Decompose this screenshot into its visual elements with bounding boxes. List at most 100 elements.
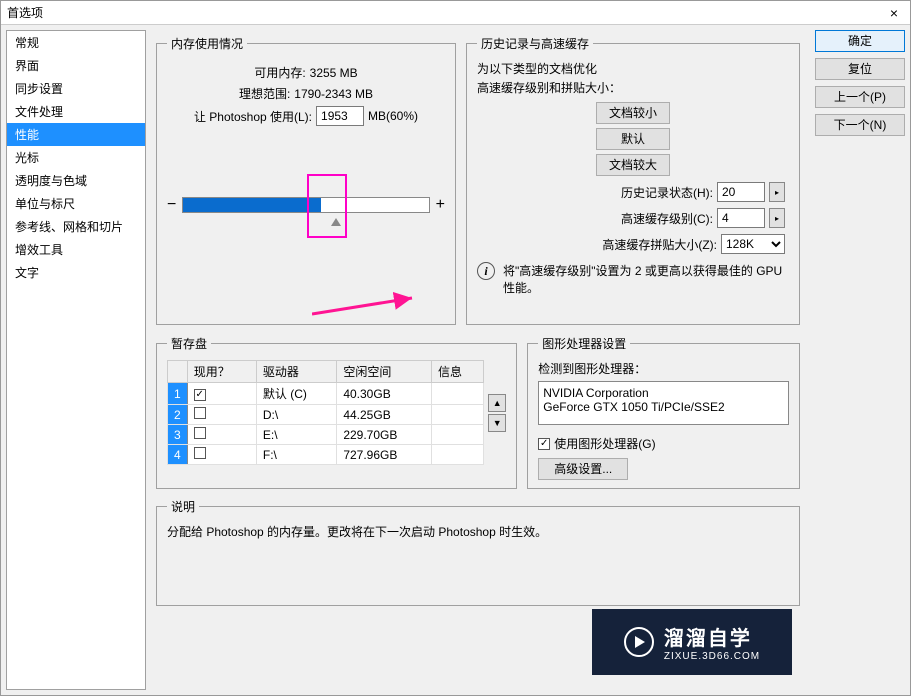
ideal-value: 1790-2343 MB — [294, 87, 373, 101]
history-legend: 历史记录与高速缓存 — [477, 35, 593, 52]
memory-slider[interactable] — [182, 197, 429, 213]
scratch-group: 暂存盘 现用？ 驱动器 空闲空间 信息 — [156, 335, 517, 489]
gpu-advanced-button[interactable]: 高级设置... — [538, 458, 628, 480]
memory-slider-thumb-icon[interactable] — [331, 218, 341, 226]
history-states-label: 历史记录状态(H): — [621, 184, 713, 201]
mid-row: 暂存盘 现用？ 驱动器 空闲空间 信息 — [151, 330, 805, 494]
cache-level-input[interactable] — [717, 208, 765, 228]
ideal-row: 理想范围: 1790-2343 MB — [167, 85, 445, 102]
action-buttons: 确定 复位 上一个(P) 下一个(N) — [810, 25, 910, 695]
sidebar: 常规 界面 同步设置 文件处理 性能 光标 透明度与色域 单位与标尺 参考线、网… — [6, 30, 146, 690]
sidebar-item-guides[interactable]: 参考线、网格和切片 — [7, 215, 145, 238]
tile-size-combo[interactable]: 128K — [721, 234, 785, 254]
watermark: 溜溜自学 ZIXUE.3D66.COM — [592, 609, 792, 675]
desc-legend: 说明 — [167, 498, 199, 515]
history-states-input[interactable] — [717, 182, 765, 202]
close-icon[interactable]: × — [884, 4, 904, 22]
sidebar-item-sync[interactable]: 同步设置 — [7, 77, 145, 100]
cache-level-stepper[interactable]: ▸ — [769, 208, 785, 228]
desc-text: 分配给 Photoshop 的内存量。更改将在下一次启动 Photoshop 时… — [167, 523, 789, 540]
content: 常规 界面 同步设置 文件处理 性能 光标 透明度与色域 单位与标尺 参考线、网… — [1, 25, 910, 695]
sidebar-item-performance[interactable]: 性能 — [7, 123, 145, 146]
move-up-button[interactable]: ▲ — [488, 394, 506, 412]
checkbox-icon[interactable] — [194, 447, 206, 459]
play-icon — [624, 627, 654, 657]
use-gpu-checkbox[interactable]: ✓ — [538, 438, 550, 450]
doc-large-button[interactable]: 文档较大 — [596, 154, 670, 176]
memory-slider-row: − + — [167, 196, 445, 214]
preferences-window: 首选项 × 常规 界面 同步设置 文件处理 性能 光标 透明度与色域 单位与标尺… — [0, 0, 911, 696]
top-row: 内存使用情况 可用内存: 3255 MB 理想范围: 1790-2343 MB … — [151, 30, 805, 330]
gpu-detected-label: 检测到图形处理器： — [538, 360, 789, 377]
ok-button[interactable]: 确定 — [815, 30, 905, 52]
avail-label: 可用内存: — [254, 64, 305, 81]
cache-info-text: 将"高速缓存级别"设置为 2 或更高以获得最佳的 GPU 性能。 — [503, 262, 789, 296]
scratch-legend: 暂存盘 — [167, 335, 211, 352]
main-panel: 内存使用情况 可用内存: 3255 MB 理想范围: 1790-2343 MB … — [146, 25, 810, 695]
sidebar-item-interface[interactable]: 界面 — [7, 54, 145, 77]
scratch-header-row: 现用？ 驱动器 空闲空间 信息 — [168, 361, 484, 383]
col-free: 空闲空间 — [337, 361, 432, 383]
sidebar-item-transparency[interactable]: 透明度与色域 — [7, 169, 145, 192]
col-drive: 驱动器 — [256, 361, 336, 383]
use-row: 让 Photoshop 使用(L): MB(60%) — [167, 106, 445, 126]
info-icon: i — [477, 262, 495, 280]
sidebar-item-filehandling[interactable]: 文件处理 — [7, 100, 145, 123]
window-title: 首选项 — [7, 4, 43, 21]
opt-title: 为以下类型的文档优化 — [477, 60, 789, 77]
checkbox-icon[interactable]: ✓ — [194, 389, 206, 401]
checkbox-icon[interactable] — [194, 427, 206, 439]
titlebar: 首选项 × — [1, 1, 910, 25]
opt-sub: 高速缓存级别和拼贴大小： — [477, 79, 789, 96]
sidebar-item-plugins[interactable]: 增效工具 — [7, 238, 145, 261]
watermark-url: ZIXUE.3D66.COM — [664, 651, 760, 662]
gpu-vendor: NVIDIA Corporation — [543, 386, 784, 400]
doc-default-button[interactable]: 默认 — [596, 128, 670, 150]
gpu-group: 图形处理器设置 检测到图形处理器： NVIDIA Corporation GeF… — [527, 335, 800, 489]
memory-slider-fill — [183, 198, 320, 212]
checkbox-icon[interactable] — [194, 407, 206, 419]
use-gpu-row[interactable]: ✓ 使用图形处理器(G) — [538, 435, 789, 452]
history-states-row: 历史记录状态(H): ▸ — [477, 182, 789, 202]
next-button[interactable]: 下一个(N) — [815, 114, 905, 136]
watermark-title: 溜溜自学 — [664, 622, 760, 651]
use-gpu-label: 使用图形处理器(G) — [554, 435, 655, 452]
table-row[interactable]: 2 D:\ 44.25GB — [168, 405, 484, 425]
memory-input[interactable] — [316, 106, 364, 126]
history-states-stepper[interactable]: ▸ — [769, 182, 785, 202]
memory-minus[interactable]: − — [167, 196, 176, 214]
col-info: 信息 — [431, 361, 483, 383]
memory-plus[interactable]: + — [436, 196, 445, 214]
move-down-button[interactable]: ▼ — [488, 414, 506, 432]
annotation-arrow-icon — [312, 292, 422, 322]
use-label: 让 Photoshop 使用(L): — [194, 108, 312, 125]
reset-button[interactable]: 复位 — [815, 58, 905, 80]
doc-size-buttons: 文档较小 默认 文档较大 — [477, 102, 789, 176]
doc-small-button[interactable]: 文档较小 — [596, 102, 670, 124]
tile-size-row: 高速缓存拼贴大小(Z): 128K — [477, 234, 789, 254]
memory-legend: 内存使用情况 — [167, 35, 247, 52]
table-row[interactable]: 4 F:\ 727.96GB — [168, 445, 484, 465]
memory-group: 内存使用情况 可用内存: 3255 MB 理想范围: 1790-2343 MB … — [156, 35, 456, 325]
scratch-table: 现用？ 驱动器 空闲空间 信息 1 ✓ 默认 (C) — [167, 360, 484, 465]
avail-row: 可用内存: 3255 MB — [167, 64, 445, 81]
sidebar-item-units[interactable]: 单位与标尺 — [7, 192, 145, 215]
table-row[interactable]: 1 ✓ 默认 (C) 40.30GB — [168, 383, 484, 405]
cache-info-row: i 将"高速缓存级别"设置为 2 或更高以获得最佳的 GPU 性能。 — [477, 262, 789, 296]
scratch-reorder: ▲ ▼ — [488, 394, 506, 432]
table-row[interactable]: 3 E:\ 229.70GB — [168, 425, 484, 445]
tile-size-label: 高速缓存拼贴大小(Z): — [602, 236, 717, 253]
use-suffix: MB(60%) — [368, 109, 418, 123]
gpu-model: GeForce GTX 1050 Ti/PCIe/SSE2 — [543, 400, 784, 414]
cache-level-row: 高速缓存级别(C): ▸ — [477, 208, 789, 228]
sidebar-item-cursors[interactable]: 光标 — [7, 146, 145, 169]
sidebar-item-type[interactable]: 文字 — [7, 261, 145, 284]
sidebar-item-general[interactable]: 常规 — [7, 31, 145, 54]
history-group: 历史记录与高速缓存 为以下类型的文档优化 高速缓存级别和拼贴大小： 文档较小 默… — [466, 35, 800, 325]
gpu-info-box: NVIDIA Corporation GeForce GTX 1050 Ti/P… — [538, 381, 789, 425]
prev-button[interactable]: 上一个(P) — [815, 86, 905, 108]
avail-value: 3255 MB — [310, 66, 358, 80]
col-active: 现用？ — [187, 361, 256, 383]
desc-group: 说明 分配给 Photoshop 的内存量。更改将在下一次启动 Photosho… — [156, 498, 800, 606]
gpu-legend: 图形处理器设置 — [538, 335, 630, 352]
